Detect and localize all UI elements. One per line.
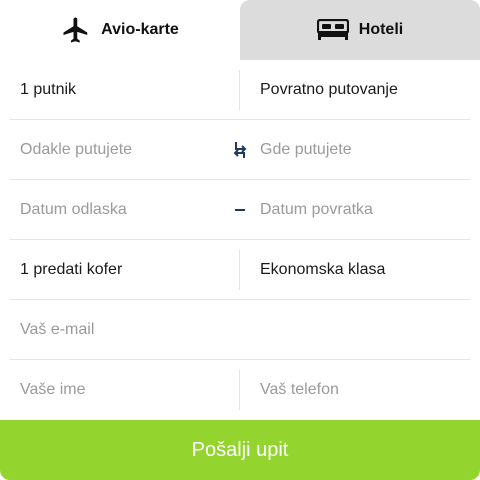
trip-type-select[interactable]: Povratno putovanje [260, 60, 460, 120]
dash-icon [230, 200, 250, 220]
return-date-input[interactable]: Datum povratka [260, 180, 460, 240]
column-divider [239, 370, 240, 410]
return-placeholder: Datum povratka [260, 201, 373, 218]
trip-type-value: Povratno putovanje [260, 81, 398, 98]
email-row: Vaš e-mail [10, 300, 470, 360]
from-input[interactable]: Odakle putujete [20, 120, 230, 180]
departure-placeholder: Datum odlaska [20, 201, 127, 218]
column-divider [239, 250, 240, 290]
name-placeholder: Vaše ime [20, 381, 86, 398]
baggage-value: 1 predati kofer [20, 261, 123, 278]
to-input[interactable]: Gde putujete [260, 120, 460, 180]
airplane-icon [61, 15, 91, 45]
to-placeholder: Gde putujete [260, 141, 352, 158]
phone-input[interactable]: Vaš telefon [260, 360, 460, 420]
swap-icon[interactable] [230, 140, 250, 160]
class-value: Ekonomska klasa [260, 261, 386, 278]
name-input[interactable]: Vaše ime [20, 360, 230, 420]
from-placeholder: Odakle putujete [20, 141, 133, 158]
tab-hotels-label: Hoteli [358, 21, 404, 38]
email-input[interactable]: Vaš e-mail [20, 300, 460, 360]
route-row: Odakle putujete Gde putujete [10, 120, 470, 180]
contact-row: Vaše ime Vaš telefon [10, 360, 470, 420]
passengers-select[interactable]: 1 putnik [20, 60, 230, 120]
tab-flights-label: Avio-karte [101, 21, 179, 38]
passengers-value: 1 putnik [20, 81, 77, 98]
column-divider [239, 70, 240, 110]
passengers-trip-row: 1 putnik Povratno putovanje [10, 60, 470, 120]
tab-bar: Avio-karte Hoteli [0, 0, 480, 60]
baggage-select[interactable]: 1 predati kofer [20, 240, 230, 300]
class-select[interactable]: Ekonomska klasa [260, 240, 460, 300]
departure-date-input[interactable]: Datum odlaska [20, 180, 230, 240]
phone-placeholder: Vaš telefon [260, 381, 339, 398]
bed-icon [316, 19, 349, 41]
tab-hotels[interactable]: Hoteli [240, 0, 480, 60]
baggage-class-row: 1 predati kofer Ekonomska klasa [10, 240, 470, 300]
tab-flights[interactable]: Avio-karte [0, 0, 240, 60]
submit-button[interactable]: Pošalji upit [0, 420, 480, 480]
email-placeholder: Vaš e-mail [20, 321, 95, 338]
dates-row: Datum odlaska Datum povratka [10, 180, 470, 240]
